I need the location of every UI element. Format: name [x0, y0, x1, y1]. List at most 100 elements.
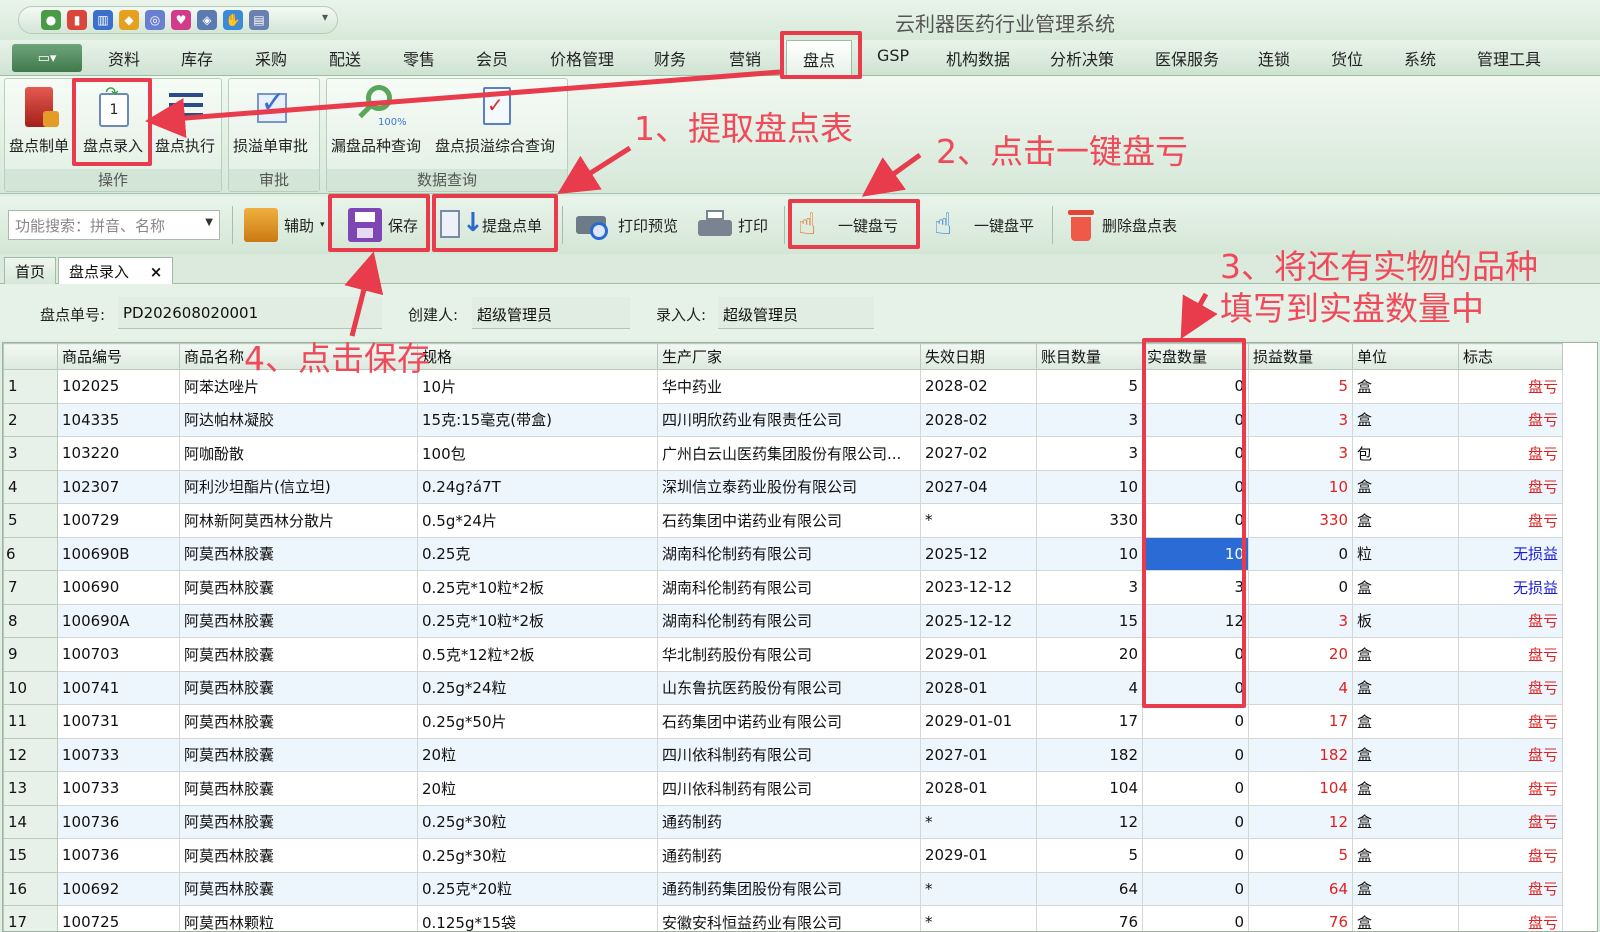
table-row[interactable]: 11 100731 阿莫西林胶囊 0.25g*50片 石药集团中诺药业有限公司 2029-…	[3, 704, 1563, 739]
menu-peisong[interactable]: 配送	[329, 46, 361, 70]
entry-person-field[interactable]: 超级管理员	[718, 297, 874, 329]
table-row[interactable]: 17 100725 阿莫西林颗粒 0.125g*15袋 安徽安科恒益药业有限公司 * 76 0…	[3, 905, 1563, 931]
table-row[interactable]: 14 100736 阿莫西林胶囊 0.25g*30粒 通药制药 * 12 0 12 盒盘亏	[3, 804, 1563, 839]
menu-analysis[interactable]: 分析决策	[1050, 46, 1114, 70]
loss-approval-button[interactable]: ✓ 损溢单审批	[233, 83, 308, 156]
menu-inventory-check[interactable]: 盘点	[786, 40, 853, 76]
assist-button[interactable]: 辅助 ▾	[244, 204, 325, 246]
col-flag-header[interactable]: 标志	[1458, 343, 1563, 370]
menu-medical-insurance[interactable]: 医保服务	[1155, 46, 1219, 70]
table-row[interactable]: 16 100692 阿莫西林胶囊 0.25克*20粒 通药制药集团股份有限公司 * 64 0 6…	[3, 871, 1563, 906]
col-diff-qty-header[interactable]: 损益数量	[1248, 343, 1353, 370]
actual-qty-cell[interactable]: 0	[1142, 704, 1249, 739]
actual-qty-cell[interactable]: 0	[1142, 871, 1249, 906]
delete-check-sheet-button[interactable]: 删除盘点表	[1066, 204, 1177, 246]
check-entry-button[interactable]: 1 ↷ 盘点录入	[83, 83, 143, 156]
tab-home[interactable]: 首页	[4, 257, 57, 284]
product-code-cell: 100741	[57, 670, 180, 705]
actual-qty-cell[interactable]: 0	[1142, 838, 1249, 873]
table-row[interactable]: 12 100733 阿莫西林胶囊 20粒 四川依科制药有限公司 2027-01 182 0 18…	[3, 737, 1563, 772]
spec-cell: 20粒	[417, 771, 658, 806]
menu-ziliao[interactable]: 资料	[108, 46, 140, 70]
actual-qty-cell[interactable]: 3	[1142, 570, 1249, 605]
app-menu-button[interactable]: ▭▾	[12, 44, 82, 72]
actual-qty-cell[interactable]: 0	[1142, 402, 1249, 437]
unit-cell: 板	[1352, 603, 1459, 638]
col-spec-header[interactable]: 规格	[417, 343, 658, 370]
diff-qty-cell: 10	[1248, 469, 1353, 504]
actual-qty-cell[interactable]: 0	[1142, 771, 1249, 806]
table-row[interactable]: 13 100733 阿莫西林胶囊 20粒 四川依科制药有限公司 2028-01 104 0 10…	[3, 771, 1563, 806]
dropdown-arrow-icon[interactable]: ▼	[205, 217, 213, 228]
actual-qty-cell[interactable]: 0	[1142, 503, 1249, 538]
fetch-check-sheet-button[interactable]: ↓ 提盘点单	[440, 204, 542, 246]
table-row[interactable]: 3 103220 阿咖酚散 100包 广州白云山医药集团股份有限公司... 2027-02…	[3, 436, 1563, 471]
table-row[interactable]: 15 100736 阿莫西林胶囊 0.25g*30粒 通药制药 2029-01 5 0 5 盒盘亏	[3, 838, 1563, 873]
table-row[interactable]: 10 100741 阿莫西林胶囊 0.25g*24粒 山东鲁抗医药股份有限公司 2028-…	[3, 670, 1563, 705]
tab-check-entry[interactable]: 盘点录入 ×	[58, 257, 174, 284]
menu-system[interactable]: 系统	[1404, 46, 1436, 70]
menu-org-data[interactable]: 机构数据	[946, 46, 1010, 70]
manufacturer-cell: 四川依科制药有限公司	[657, 737, 921, 772]
table-row[interactable]: 2 104335 阿达帕林凝胶 15克:15毫克(带盒) 四川明欣药业有限责任公司 202…	[3, 402, 1563, 437]
menu-chain[interactable]: 连锁	[1258, 46, 1290, 70]
print-button[interactable]: 打印	[698, 204, 768, 246]
menu-location[interactable]: 货位	[1331, 46, 1363, 70]
table-row[interactable]: 9 100703 阿莫西林胶囊 0.5克*12粒*2板 华北制药股份有限公司 2029-0…	[3, 637, 1563, 672]
function-search-input[interactable]: 功能搜索：拼音、名称 ▼	[8, 210, 220, 240]
table-row[interactable]: 4 102307 阿利沙坦酯片(信立坦) 0.24g?á7T 深圳信立泰药业股份有限公司…	[3, 469, 1563, 504]
spec-cell: 0.5g*24片	[417, 503, 658, 538]
actual-qty-cell[interactable]: 0	[1142, 436, 1249, 471]
col-manufacturer-header[interactable]: 生产厂家	[657, 343, 921, 370]
spec-cell: 0.5克*12粒*2板	[417, 637, 658, 672]
check-execute-button[interactable]: 盘点执行	[155, 83, 215, 156]
menu-caigou[interactable]: 采购	[255, 46, 287, 70]
table-row[interactable]: 6 100690B 阿莫西林胶囊 0.25克 湖南科伦制药有限公司 2025-12 10 10…	[3, 536, 1563, 571]
row-number-cell: 9	[3, 637, 58, 672]
missed-items-query-button[interactable]: 100% 漏盘品种查询	[331, 83, 421, 156]
actual-qty-cell[interactable]: 0	[1142, 737, 1249, 772]
menu-marketing[interactable]: 营销	[729, 46, 761, 70]
one-click-loss-button[interactable]: ☝ 一键盘亏	[798, 204, 898, 246]
product-name-cell: 阿莫西林胶囊	[179, 637, 418, 672]
table-row[interactable]: 5 100729 阿林新阿莫西林分散片 0.5g*24片 石药集团中诺药业有限公司 * 33…	[3, 503, 1563, 538]
col-product-code-header[interactable]: 商品编号	[57, 343, 180, 370]
actual-qty-cell[interactable]: 0	[1142, 804, 1249, 839]
check-create-button[interactable]: 盘点制单	[9, 83, 69, 156]
annotation-step2: 2、点击一键盘亏	[936, 132, 1188, 171]
close-tab-icon[interactable]: ×	[150, 263, 163, 281]
actual-qty-cell[interactable]: 12	[1142, 603, 1249, 638]
product-name-cell: 阿林新阿莫西林分散片	[179, 503, 418, 538]
flag-cell: 无损益	[1458, 570, 1563, 605]
col-actual-qty-header[interactable]: 实盘数量	[1142, 343, 1249, 370]
col-expiry-header[interactable]: 失效日期	[920, 343, 1037, 370]
actual-qty-cell[interactable]: 0	[1142, 905, 1249, 931]
col-book-qty-header[interactable]: 账目数量	[1036, 343, 1143, 370]
magnifier-icon: 100%	[354, 83, 407, 131]
table-row[interactable]: 7 100690 阿莫西林胶囊 0.25克*10粒*2板 湖南科伦制药有限公司 2023-…	[3, 570, 1563, 605]
menu-kucun[interactable]: 库存	[181, 46, 213, 70]
actual-qty-cell[interactable]: 0	[1142, 637, 1249, 672]
row-number-cell: 12	[3, 737, 58, 772]
col-unit-header[interactable]: 单位	[1352, 343, 1459, 370]
menu-tools[interactable]: 管理工具	[1477, 46, 1541, 70]
diff-qty-cell: 76	[1248, 905, 1353, 931]
save-button[interactable]: 保存	[348, 204, 418, 246]
one-click-balance-button[interactable]: ☝ 一键盘平	[934, 204, 1034, 246]
creator-field[interactable]: 超级管理员	[472, 297, 630, 329]
table-row[interactable]: 1 102025 阿苯达唑片 10片 华中药业 2028-02 5 0 5 盒盘亏	[3, 369, 1563, 404]
menu-huiyuan[interactable]: 会员	[476, 46, 508, 70]
menu-gsp[interactable]: GSP	[877, 46, 909, 65]
actual-qty-cell[interactable]: 10	[1142, 536, 1249, 571]
menu-finance[interactable]: 财务	[654, 46, 686, 70]
actual-qty-cell[interactable]: 0	[1142, 469, 1249, 504]
actual-qty-cell[interactable]: 0	[1142, 369, 1249, 404]
order-no-field[interactable]: PD202608020001	[118, 297, 382, 329]
table-row[interactable]: 8 100690A 阿莫西林胶囊 0.25克*10粒*2板 湖南科伦制药有限公司 2025…	[3, 603, 1563, 638]
actual-qty-cell[interactable]: 0	[1142, 670, 1249, 705]
menu-lingshou[interactable]: 零售	[403, 46, 435, 70]
profit-loss-query-button[interactable]: ✓ 盘点损溢综合查询	[435, 83, 555, 156]
print-preview-button[interactable]: 打印预览	[576, 204, 678, 246]
expiry-date-cell: 2028-01	[920, 670, 1037, 705]
menu-price[interactable]: 价格管理	[550, 46, 614, 70]
